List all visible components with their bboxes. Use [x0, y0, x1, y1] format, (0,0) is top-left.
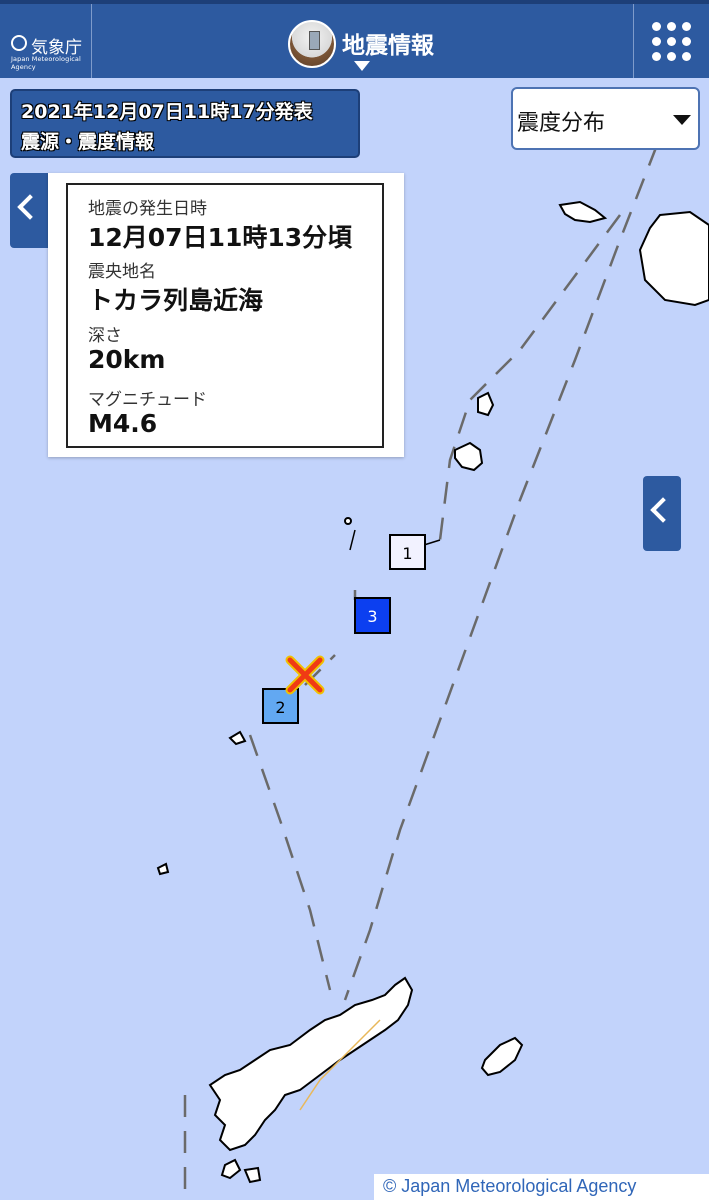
page-title: 地震情報	[342, 33, 434, 59]
occurrence-label: 地震の発生日時	[88, 199, 207, 219]
page-title-selector[interactable]: 地震情報	[288, 18, 458, 74]
info-card: 地震の発生日時 12月07日11時13分頃 震央地名 トカラ列島近海 深さ 20…	[66, 183, 384, 448]
earthquake-icon	[288, 20, 336, 68]
announcement-type: 震源・震度情報	[21, 131, 155, 153]
epicenter-label: 震央地名	[88, 262, 156, 282]
view-select-value: 震度分布	[517, 111, 606, 136]
depth-label: 深さ	[88, 326, 122, 346]
chevron-left-icon	[650, 497, 676, 523]
intensity-level: 1	[402, 544, 412, 563]
magnitude-value: M4.6	[88, 409, 158, 438]
earthquake-info-panel: 地震の発生日時 12月07日11時13分頃 震央地名 トカラ列島近海 深さ 20…	[48, 173, 404, 457]
caret-down-icon	[673, 115, 691, 125]
intensity-marker-2[interactable]: 2	[262, 688, 299, 724]
chevron-left-icon	[17, 194, 43, 220]
epicenter-value: トカラ列島近海	[88, 286, 264, 315]
collapse-info-button[interactable]	[10, 173, 48, 248]
logo-subtext: Japan Meteorological Agency	[11, 55, 81, 71]
view-select[interactable]: 震度分布	[511, 87, 700, 150]
intensity-marker-1[interactable]: 1	[389, 534, 426, 570]
announcement-box: 2021年12月07日11時17分発表 震源・震度情報	[10, 89, 360, 158]
occurrence-value: 12月07日11時13分頃	[88, 223, 353, 252]
depth-value: 20km	[88, 345, 166, 374]
jma-logo[interactable]: 気象庁 Japan Meteorological Agency	[0, 4, 92, 78]
expand-panel-button[interactable]	[643, 476, 681, 551]
jma-emblem-icon	[11, 35, 27, 51]
caret-down-icon	[354, 61, 370, 71]
app-header: 気象庁 Japan Meteorological Agency 地震情報	[0, 0, 709, 78]
magnitude-label: マグニチュード	[88, 390, 207, 410]
intensity-level: 3	[367, 607, 377, 626]
copyright-notice: © Japan Meteorological Agency	[374, 1174, 709, 1200]
announcement-datetime: 2021年12月07日11時17分発表	[21, 101, 313, 123]
intensity-level: 2	[275, 698, 285, 717]
intensity-marker-3[interactable]: 3	[354, 597, 391, 634]
menu-button[interactable]	[633, 4, 709, 78]
